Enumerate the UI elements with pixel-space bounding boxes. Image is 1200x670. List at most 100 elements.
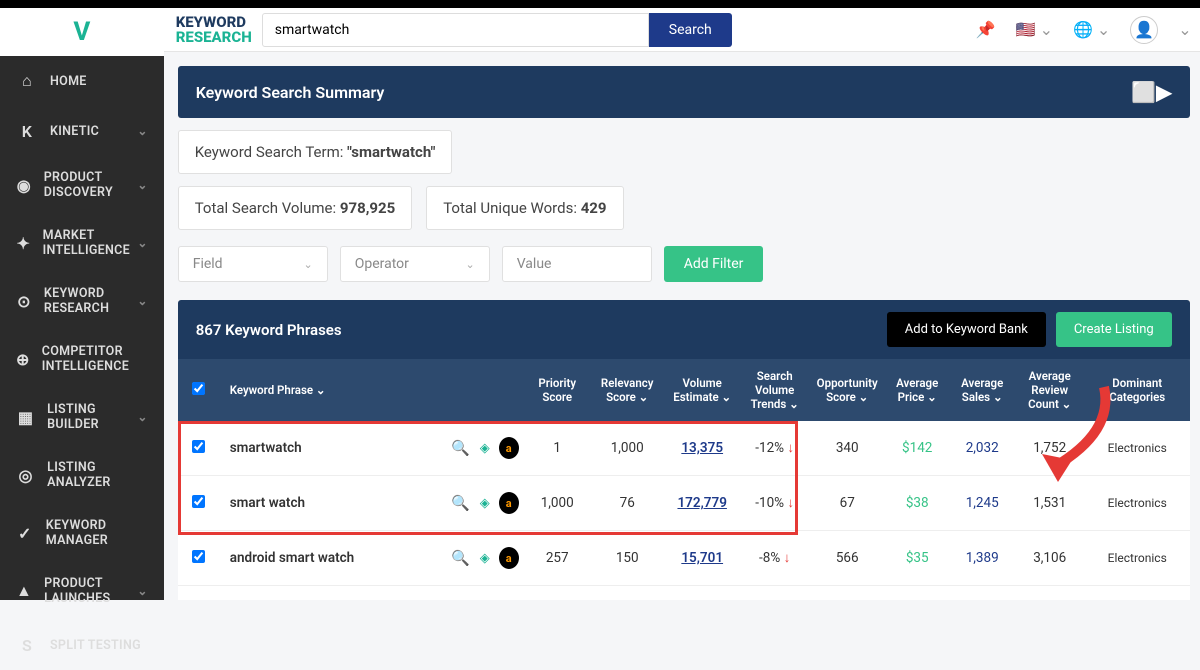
nav-icon: ✓	[16, 522, 34, 544]
diamond-icon[interactable]: ◈	[475, 547, 495, 569]
price-cell: $35	[885, 550, 950, 566]
col-priority-score[interactable]: Priority Score	[525, 376, 590, 404]
col-dominant-categories[interactable]: Dominant Categories	[1085, 376, 1190, 404]
col-search-volume-trends[interactable]: Search Volume Trends ⌄	[740, 369, 810, 411]
table-row: watch 🔍 ◈ a 143 51 62,680 -1% ↓ 190 $19 …	[178, 586, 1190, 600]
filter-value-input[interactable]: Value	[502, 246, 652, 282]
chevron-down-icon: ⌄	[137, 236, 147, 250]
price-cell: $142	[885, 440, 950, 456]
nav-icon: ▦	[16, 406, 35, 428]
chevron-down-icon[interactable]: ⌄	[1178, 20, 1191, 39]
sidebar-item-listing-analyzer[interactable]: ◎ LISTING ANALYZER	[0, 446, 164, 504]
nav-icon: ◉	[16, 174, 32, 196]
highlight-annotation	[178, 421, 798, 535]
search-input[interactable]	[262, 13, 649, 47]
nav-icon: S	[16, 634, 38, 656]
nav-icon: ◎	[16, 464, 35, 486]
nav-label: MARKET INTELLIGENCE	[43, 228, 138, 258]
search-button[interactable]: Search	[649, 13, 732, 47]
app-logo: V	[0, 8, 164, 56]
avatar[interactable]: 👤	[1130, 16, 1158, 44]
video-icon[interactable]: ⬜▶	[1131, 80, 1171, 104]
sidebar-item-home[interactable]: ⌂ HOME	[0, 56, 164, 106]
add-keyword-bank-button[interactable]: Add to Keyword Bank	[887, 312, 1046, 347]
sales-cell: 1,389	[950, 550, 1015, 566]
nav-label: HOME	[50, 74, 87, 89]
filter-operator-select[interactable]: Operator⌄	[340, 246, 490, 282]
summary-header: Keyword Search Summary ⬜▶	[178, 66, 1190, 118]
create-listing-button[interactable]: Create Listing	[1056, 312, 1172, 347]
search-icon[interactable]: 🔍	[451, 547, 471, 569]
row-checkbox[interactable]	[192, 550, 205, 563]
table-row: android smart watch 🔍 ◈ a 257 150 15,701…	[178, 531, 1190, 586]
col-average-review-count[interactable]: Average Review Count ⌄	[1015, 369, 1085, 411]
sidebar: V ⌂HOMEKKINETIC⌄◉PRODUCT DISCOVERY⌄✦MARK…	[0, 8, 164, 600]
col-opportunity-score[interactable]: Opportunity Score ⌄	[810, 376, 885, 404]
phrase-cell: android smart watch	[220, 550, 445, 566]
sidebar-item-keyword-research[interactable]: ⊙ KEYWORD RESEARCH⌄	[0, 272, 164, 330]
nav-label: LISTING ANALYZER	[47, 460, 148, 490]
sidebar-item-market-intelligence[interactable]: ✦ MARKET INTELLIGENCE⌄	[0, 214, 164, 272]
phrase-count: 867 Keyword Phrases	[196, 321, 342, 339]
trend-cell: -8% ↓	[740, 550, 810, 566]
categories-cell: Electronics	[1085, 441, 1190, 455]
nav-label: SPLIT TESTING	[50, 638, 141, 653]
sidebar-item-product-launches[interactable]: ▲ PRODUCT LAUNCHES⌄	[0, 562, 164, 620]
nav-label: KEYWORD MANAGER	[46, 518, 148, 548]
nav-icon: ✦	[16, 232, 31, 254]
price-cell: $38	[885, 495, 950, 511]
sidebar-item-competitor-intelligence[interactable]: ⊕ COMPETITOR INTELLIGENCE	[0, 330, 164, 388]
nav-label: PRODUCT LAUNCHES	[44, 576, 137, 606]
topbar: KEYWORD RESEARCH Search 📌 🇺🇸 ⌄ 🌐 ⌄ 👤 ⌄	[164, 8, 1200, 52]
chevron-down-icon: ⌄	[137, 294, 147, 308]
reviews-cell: 3,106	[1015, 550, 1085, 566]
categories-cell: Electronics	[1085, 496, 1190, 510]
volume-cell: 15,701	[665, 550, 740, 566]
opportunity-cell: 340	[810, 440, 885, 456]
sidebar-item-keyword-manager[interactable]: ✓ KEYWORD MANAGER	[0, 504, 164, 562]
priority-cell: 257	[525, 550, 590, 566]
col-average-sales[interactable]: Average Sales ⌄	[950, 376, 1015, 404]
nav-label: PRODUCT DISCOVERY	[44, 170, 138, 200]
amazon-icon[interactable]: a	[499, 547, 519, 569]
sidebar-item-split-testing[interactable]: S SPLIT TESTING	[0, 620, 164, 670]
sidebar-item-listing-builder[interactable]: ▦LISTING BUILDER⌄	[0, 388, 164, 446]
categories-cell: Electronics	[1085, 551, 1190, 565]
nav-icon: ⊙	[16, 290, 32, 312]
filter-field-select[interactable]: Field⌄	[178, 246, 328, 282]
select-all-checkbox[interactable]	[192, 382, 205, 395]
nav-icon: K	[16, 120, 38, 142]
pin-icon[interactable]: 📌	[976, 20, 996, 39]
reviews-cell: 1,752	[1015, 440, 1085, 456]
keyword-research-logo: KEYWORD RESEARCH	[176, 15, 252, 45]
opportunity-cell: 67	[810, 495, 885, 511]
nav-label: KINETIC	[50, 124, 99, 139]
sales-cell: 2,032	[950, 440, 1015, 456]
reviews-cell: 1,531	[1015, 495, 1085, 511]
unique-words-box: Total Unique Words: 429	[426, 186, 623, 230]
locale-flag[interactable]: 🇺🇸 ⌄	[1016, 20, 1053, 39]
column-headers: Keyword Phrase ⌄ Priority Score Relevanc…	[178, 359, 1190, 421]
nav-icon: ▲	[16, 580, 32, 602]
nav-icon: ⊕	[16, 348, 30, 370]
opportunity-cell: 566	[810, 550, 885, 566]
col-relevancy-score[interactable]: Relevancy Score ⌄	[590, 376, 665, 404]
col-average-price[interactable]: Average Price ⌄	[885, 376, 950, 404]
nav-label: KEYWORD RESEARCH	[44, 286, 137, 316]
total-volume-box: Total Search Volume: 978,925	[178, 186, 413, 230]
chevron-down-icon: ⌄	[137, 124, 147, 138]
table-header-bar: 867 Keyword Phrases Add to Keyword Bank …	[178, 300, 1190, 359]
nav-label: COMPETITOR INTELLIGENCE	[42, 344, 148, 374]
nav-icon: ⌂	[16, 70, 38, 92]
search-term-box: Keyword Search Term: "smartwatch"	[178, 130, 453, 174]
add-filter-button[interactable]: Add Filter	[664, 246, 764, 282]
sidebar-item-product-discovery[interactable]: ◉ PRODUCT DISCOVERY⌄	[0, 156, 164, 214]
chevron-down-icon: ⌄	[137, 178, 147, 192]
sidebar-item-kinetic[interactable]: K KINETIC ⌄	[0, 106, 164, 156]
col-volume-estimate[interactable]: Volume Estimate ⌄	[665, 376, 740, 404]
globe-icon[interactable]: 🌐 ⌄	[1073, 20, 1110, 39]
sales-cell: 1,245	[950, 495, 1015, 511]
col-keyword-phrase[interactable]: Keyword Phrase ⌄	[220, 383, 445, 397]
chevron-down-icon: ⌄	[137, 584, 147, 598]
chevron-down-icon: ⌄	[137, 410, 147, 424]
